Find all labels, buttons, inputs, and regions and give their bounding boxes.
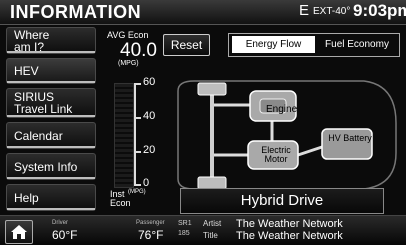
- sidebar-item-label: Where am I?: [14, 27, 50, 54]
- inst-econ-bar: [114, 83, 134, 188]
- sidebar-item-calendar[interactable]: Calendar: [6, 122, 96, 149]
- gauge-tick: [136, 184, 141, 186]
- sidebar-item-label: Help: [14, 190, 39, 205]
- header-bar: INFORMATION E EXT-40° 9:03pm: [0, 0, 406, 25]
- avg-econ-value: 40.0: [120, 40, 157, 61]
- inst-econ-unit: (MPG): [128, 189, 146, 195]
- sidebar-item-label: Calendar: [14, 128, 63, 143]
- clock: 9:03pm: [353, 1, 406, 20]
- tab-fuel-economy[interactable]: Fuel Economy: [317, 36, 397, 53]
- gauge-tick: [136, 117, 141, 119]
- gauge-scale: [134, 83, 136, 186]
- passenger-temperature[interactable]: 76°F: [138, 228, 163, 242]
- tab-energy-flow[interactable]: Energy Flow: [232, 36, 315, 53]
- audio-source: SR1: [178, 220, 192, 227]
- home-icon: [11, 225, 27, 239]
- reset-button[interactable]: Reset: [163, 34, 210, 56]
- sidebar-item-hev[interactable]: HEV: [6, 58, 96, 84]
- bottom-bar: Driver 60°F Passenger 76°F SR1 185 Artis…: [0, 215, 406, 245]
- passenger-label: Passenger: [136, 220, 165, 226]
- compass-heading: E: [299, 2, 310, 19]
- sidebar-item-label: HEV: [14, 64, 39, 78]
- inst-econ-gauge: 60 40 20 0: [107, 76, 156, 192]
- channel-number: 185: [178, 230, 190, 237]
- avg-econ-label: AVG Econ: [107, 30, 149, 40]
- front-axle: [210, 89, 214, 185]
- gauge-tick-label: 60: [143, 76, 156, 88]
- motor-battery-link: [297, 145, 323, 157]
- avg-econ-unit: (MPG): [118, 60, 139, 67]
- sidebar-item-label: System Info: [14, 159, 78, 174]
- sidebar-menu: Where am I? HEV SIRIUS Travel Link Calen…: [0, 25, 100, 215]
- driver-temperature[interactable]: 60°F: [52, 228, 77, 242]
- artist-value: The Weather Network: [236, 218, 343, 230]
- sidebar-item-help[interactable]: Help: [6, 184, 96, 211]
- gauge-tick: [136, 151, 141, 153]
- sidebar-item-system-info[interactable]: System Info: [6, 153, 96, 180]
- page-title: INFORMATION: [10, 2, 142, 22]
- artist-label: Artist: [203, 219, 222, 228]
- inst-econ-label: Inst Econ: [110, 189, 131, 208]
- hev-information-screen: INFORMATION E EXT-40° 9:03pm Where am I?…: [0, 0, 406, 245]
- sidebar-item-sirius-travel-link[interactable]: SIRIUS Travel Link: [6, 88, 96, 118]
- driver-label: Driver: [52, 220, 68, 226]
- title-value: The Weather Network: [236, 230, 343, 242]
- gauge-tick-label: 40: [143, 110, 156, 122]
- engine-label: Engine: [266, 104, 298, 115]
- sidebar-item-label: SIRIUS Travel Link: [14, 90, 73, 116]
- battery-label: HV Battery: [328, 133, 372, 143]
- gauge-tick-label: 0: [143, 177, 150, 189]
- motor-label: Electric Motor: [261, 145, 291, 164]
- sidebar-item-where-am-i[interactable]: Where am I?: [6, 27, 96, 54]
- wheel-top: [197, 82, 227, 96]
- drive-mode-label: Hybrid Drive: [180, 188, 384, 214]
- title-label: Title: [203, 231, 218, 240]
- home-button[interactable]: [5, 220, 33, 244]
- gauge-tick: [136, 83, 141, 85]
- view-tabs: Energy Flow Fuel Economy: [228, 33, 400, 57]
- outside-temperature: EXT-40°: [313, 6, 351, 17]
- gauge-tick-label: 20: [143, 144, 156, 156]
